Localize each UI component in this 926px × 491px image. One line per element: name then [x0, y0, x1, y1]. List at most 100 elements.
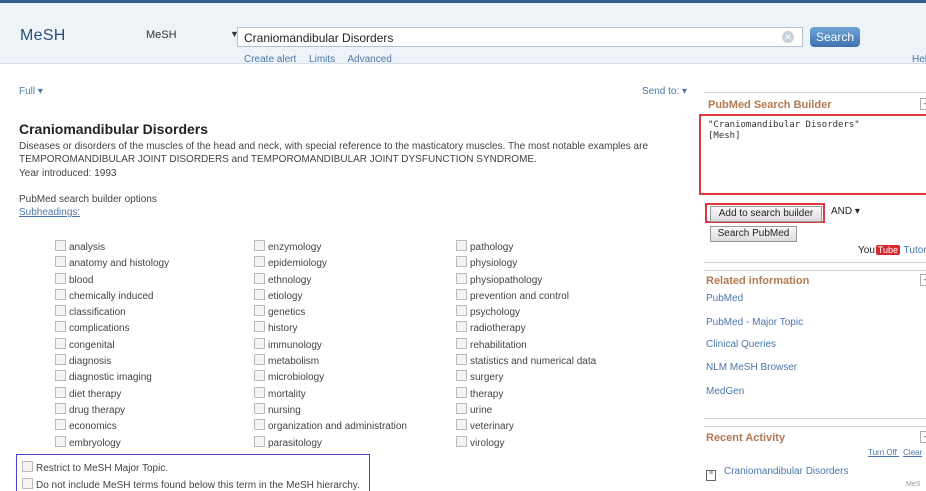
subheading-checkbox[interactable]: anatomy and histology — [55, 256, 169, 272]
checkbox[interactable] — [254, 354, 265, 366]
no-explode-checkbox[interactable]: Do not include MeSH terms found below th… — [22, 478, 360, 491]
subheading-checkbox[interactable]: urine — [456, 402, 596, 419]
restrict-major-topic-checkbox[interactable]: Restrict to MeSH Major Topic. — [22, 461, 168, 474]
send-to-dropdown[interactable]: Send to: ▾ — [642, 86, 687, 97]
collapse-icon[interactable]: - — [920, 98, 926, 110]
checkbox[interactable] — [55, 354, 66, 366]
subheading-checkbox[interactable]: ethnology — [254, 272, 407, 289]
checkbox[interactable] — [254, 386, 265, 398]
clear-icon[interactable]: ✕ — [782, 31, 794, 43]
related-link-clinical-queries[interactable]: Clinical Queries — [706, 339, 776, 350]
subheading-checkbox[interactable]: metabolism — [254, 354, 407, 370]
checkbox[interactable] — [22, 461, 33, 472]
turn-off-link[interactable]: Turn Off — [868, 448, 897, 457]
subheading-checkbox[interactable]: analysis — [55, 240, 169, 256]
boolean-operator-select[interactable]: AND ▾ — [831, 206, 860, 217]
checkbox[interactable] — [254, 337, 265, 349]
subheading-checkbox[interactable]: pathology — [456, 240, 596, 256]
help-link[interactable]: Hel — [912, 54, 926, 65]
advanced-link[interactable]: Advanced — [347, 54, 391, 65]
subheading-checkbox[interactable]: economics — [55, 419, 169, 435]
subheading-checkbox[interactable]: organization and administration — [254, 419, 407, 435]
checkbox[interactable] — [254, 272, 265, 284]
subheading-checkbox[interactable]: radiotherapy — [456, 321, 596, 337]
format-dropdown[interactable]: Full ▾ — [19, 86, 43, 97]
create-alert-link[interactable]: Create alert — [244, 54, 296, 65]
checkbox[interactable] — [55, 240, 66, 251]
checkbox[interactable] — [55, 321, 66, 333]
checkbox[interactable] — [456, 386, 467, 398]
checkbox[interactable] — [456, 256, 467, 268]
related-link-mesh-browser[interactable]: NLM MeSH Browser — [706, 362, 797, 373]
subheading-checkbox[interactable]: veterinary — [456, 419, 596, 435]
checkbox[interactable] — [55, 435, 66, 447]
checkbox[interactable] — [456, 435, 467, 447]
subheading-checkbox[interactable]: statistics and numerical data — [456, 354, 596, 370]
subheading-checkbox[interactable]: congenital — [55, 337, 169, 354]
checkbox[interactable] — [254, 305, 265, 317]
recent-activity-item[interactable]: ≡ Craniomandibular Disorders — [706, 466, 849, 481]
subheading-checkbox[interactable]: diagnostic imaging — [55, 370, 169, 386]
subheading-checkbox[interactable]: blood — [55, 272, 169, 289]
collapse-icon[interactable]: - — [920, 431, 926, 443]
checkbox[interactable] — [55, 386, 66, 398]
limits-link[interactable]: Limits — [309, 54, 335, 65]
subheading-checkbox[interactable]: therapy — [456, 386, 596, 403]
subheading-checkbox[interactable]: embryology — [55, 435, 169, 452]
subheading-checkbox[interactable]: prevention and control — [456, 288, 596, 305]
checkbox[interactable] — [55, 370, 66, 382]
checkbox[interactable] — [456, 419, 467, 431]
checkbox[interactable] — [254, 370, 265, 382]
checkbox[interactable] — [456, 354, 467, 366]
checkbox[interactable] — [456, 288, 467, 300]
related-link-medgen[interactable]: MedGen — [706, 386, 744, 397]
add-to-search-builder-button[interactable]: Add to search builder — [710, 206, 822, 222]
mesh-logo[interactable]: MeSH — [20, 27, 66, 45]
subheading-checkbox[interactable]: physiology — [456, 256, 596, 272]
checkbox[interactable] — [55, 288, 66, 300]
checkbox[interactable] — [456, 305, 467, 317]
search-pubmed-button[interactable]: Search PubMed — [710, 226, 797, 242]
search-input[interactable]: Craniomandibular Disorders ✕ — [237, 27, 803, 47]
subheading-checkbox[interactable]: drug therapy — [55, 402, 169, 419]
checkbox[interactable] — [55, 337, 66, 349]
search-button[interactable]: Search — [810, 27, 860, 47]
subheading-checkbox[interactable]: enzymology — [254, 240, 407, 256]
subheading-checkbox[interactable]: virology — [456, 435, 596, 452]
checkbox[interactable] — [456, 337, 467, 349]
youtube-tutorials-link[interactable]: YouTube Tutori — [858, 245, 926, 256]
checkbox[interactable] — [254, 321, 265, 333]
checkbox[interactable] — [456, 321, 467, 333]
subheading-checkbox[interactable]: immunology — [254, 337, 407, 354]
clear-link[interactable]: Clear — [903, 448, 922, 457]
related-link-pubmed-major[interactable]: PubMed - Major Topic — [706, 317, 803, 328]
subheading-checkbox[interactable]: diet therapy — [55, 386, 169, 403]
subheading-checkbox[interactable]: psychology — [456, 305, 596, 321]
checkbox[interactable] — [456, 272, 467, 284]
checkbox[interactable] — [456, 402, 467, 414]
subheading-checkbox[interactable]: chemically induced — [55, 288, 169, 305]
checkbox[interactable] — [456, 240, 467, 251]
subheading-checkbox[interactable]: microbiology — [254, 370, 407, 386]
subheading-checkbox[interactable]: history — [254, 321, 407, 337]
checkbox[interactable] — [254, 419, 265, 431]
checkbox[interactable] — [254, 256, 265, 268]
collapse-icon[interactable]: - — [920, 274, 926, 286]
subheading-checkbox[interactable]: etiology — [254, 288, 407, 305]
subheadings-link[interactable]: Subheadings: — [19, 207, 80, 218]
checkbox[interactable] — [254, 435, 265, 447]
subheading-checkbox[interactable]: complications — [55, 321, 169, 337]
checkbox[interactable] — [55, 256, 66, 268]
subheading-checkbox[interactable]: diagnosis — [55, 354, 169, 370]
checkbox[interactable] — [254, 288, 265, 300]
subheading-checkbox[interactable]: classification — [55, 305, 169, 321]
database-select[interactable]: MeSH ▼ — [146, 29, 239, 45]
subheading-checkbox[interactable]: epidemiology — [254, 256, 407, 272]
subheading-checkbox[interactable]: rehabilitation — [456, 337, 596, 354]
checkbox[interactable] — [55, 402, 66, 414]
checkbox[interactable] — [254, 402, 265, 414]
subheading-checkbox[interactable]: mortality — [254, 386, 407, 403]
subheading-checkbox[interactable]: nursing — [254, 402, 407, 419]
subheading-checkbox[interactable]: parasitology — [254, 435, 407, 452]
checkbox[interactable] — [55, 305, 66, 317]
